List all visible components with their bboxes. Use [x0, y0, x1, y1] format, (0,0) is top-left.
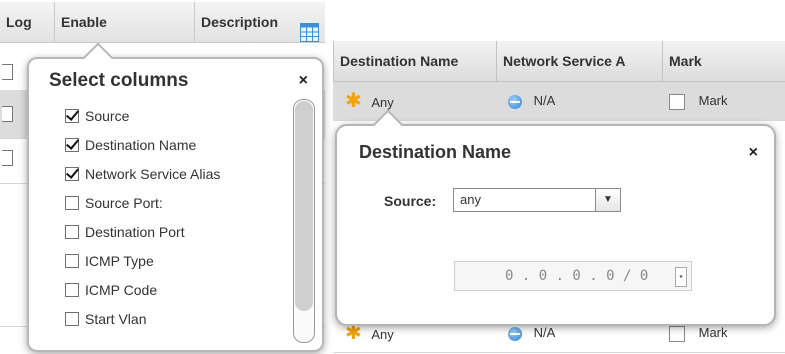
- close-icon[interactable]: ×: [749, 144, 758, 162]
- column-header-network-service[interactable]: Network Service A: [497, 41, 663, 81]
- column-header-mark[interactable]: Mark: [663, 41, 785, 81]
- mark-checkbox[interactable]: [669, 93, 685, 110]
- mark-checkbox[interactable]: [669, 325, 685, 342]
- column-option-icmp-code[interactable]: ICMP Code: [65, 280, 157, 300]
- checkbox-unchecked[interactable]: [65, 312, 79, 326]
- table-row[interactable]: ✱ Any N/A Mark: [333, 82, 785, 121]
- popup-title: Destination Name: [359, 142, 512, 162]
- select-columns-popup: Select columns × Source Destination Name…: [27, 42, 324, 352]
- network-service-cell: N/A: [508, 82, 555, 120]
- column-option-source[interactable]: Source: [65, 106, 129, 126]
- left-table-header: Log Enable Description: [0, 2, 325, 43]
- column-option-icmp-type[interactable]: ICMP Type: [65, 251, 154, 271]
- checkbox-checked[interactable]: [65, 167, 79, 181]
- column-option-source-port[interactable]: Source Port:: [65, 193, 163, 213]
- column-option-destination-port[interactable]: Destination Port: [65, 222, 185, 242]
- spinner-icon[interactable]: ▾: [675, 267, 687, 287]
- star-icon: ✱: [345, 90, 362, 112]
- globe-icon: [508, 94, 522, 109]
- row-checkbox[interactable]: [2, 150, 13, 166]
- ip-address-field[interactable]: 0 . 0 . 0 . 0 / 0 ▾: [454, 261, 692, 291]
- row-checkbox[interactable]: [2, 106, 13, 122]
- checkbox-checked[interactable]: [65, 138, 79, 152]
- close-icon[interactable]: ×: [299, 72, 308, 90]
- chevron-down-icon[interactable]: ▼: [595, 189, 620, 211]
- row-checkbox[interactable]: [2, 64, 13, 80]
- right-table-header: Destination Name Network Service A Mark: [333, 41, 785, 82]
- scrollbar-thumb[interactable]: [295, 101, 313, 311]
- column-option-destination-name[interactable]: Destination Name: [65, 135, 196, 155]
- checkbox-unchecked[interactable]: [65, 196, 79, 210]
- column-header-enable[interactable]: Enable: [55, 2, 195, 42]
- checkbox-checked[interactable]: [65, 109, 79, 123]
- checkbox-unchecked[interactable]: [65, 254, 79, 268]
- columns-grid-icon[interactable]: [300, 23, 319, 42]
- destination-name-popup: Destination Name × Source: any ▼ 0 . 0 .…: [335, 109, 776, 326]
- column-option-start-vlan[interactable]: Start Vlan: [65, 309, 146, 329]
- column-option-network-service-alias[interactable]: Network Service Alias: [65, 164, 220, 184]
- globe-icon: [508, 326, 522, 341]
- popup-title: Select columns: [49, 70, 189, 91]
- column-header-destination-name[interactable]: Destination Name: [334, 41, 497, 81]
- source-label: Source:: [384, 193, 437, 209]
- scrollbar[interactable]: [293, 99, 315, 343]
- column-header-log[interactable]: Log: [0, 2, 55, 42]
- checkbox-unchecked[interactable]: [65, 283, 79, 297]
- source-select[interactable]: any ▼: [453, 188, 621, 212]
- checkbox-unchecked[interactable]: [65, 225, 79, 239]
- mark-cell[interactable]: Mark: [669, 82, 728, 120]
